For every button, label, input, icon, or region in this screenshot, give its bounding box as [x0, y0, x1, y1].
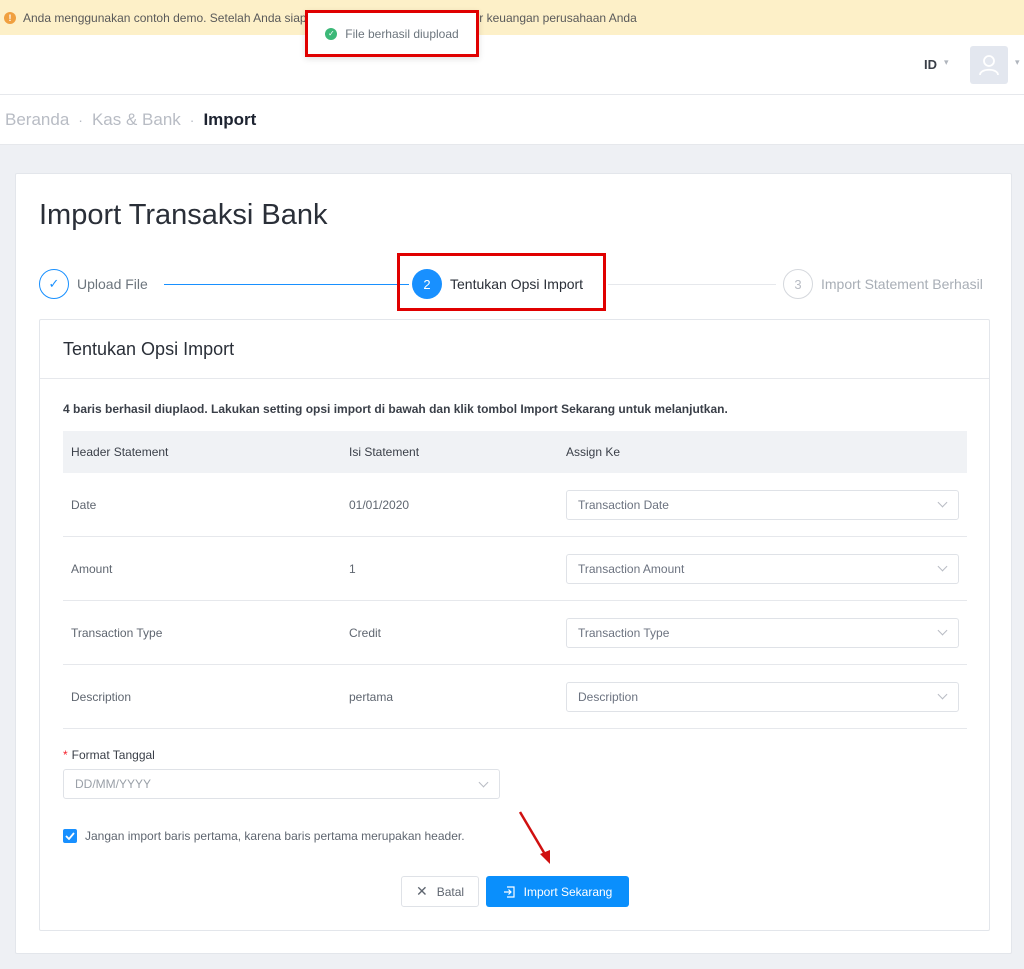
chevron-down-icon: [937, 625, 948, 636]
date-format-placeholder: DD/MM/YYYY: [75, 777, 152, 791]
breadcrumb-separator: ·: [78, 111, 83, 128]
caret-down-icon[interactable]: ▾: [944, 57, 949, 68]
assign-select[interactable]: Transaction Date: [566, 489, 959, 520]
assign-select-value: Transaction Type: [578, 625, 670, 640]
check-icon: ✓: [39, 269, 69, 299]
table-row: Description pertama Description: [63, 665, 967, 729]
header-cell: Transaction Type: [71, 625, 163, 640]
language-selector[interactable]: ID: [924, 57, 937, 72]
cancel-button[interactable]: ✕ Batal: [401, 876, 479, 907]
value-cell: 1: [349, 561, 356, 576]
step-label: Import Statement Berhasil: [821, 276, 983, 292]
chevron-down-icon: [937, 497, 948, 508]
user-avatar[interactable]: [970, 46, 1008, 84]
table-row: Amount 1 Transaction Amount: [63, 537, 967, 601]
success-toast: ✓ File berhasil diupload: [305, 10, 479, 57]
breadcrumb: Beranda · Kas & Bank · Import: [0, 95, 1024, 145]
chevron-down-icon: [478, 777, 489, 787]
step-label: Upload File: [77, 276, 148, 292]
import-icon: [503, 885, 515, 898]
top-bar: ID ▾ ▾: [0, 35, 1024, 95]
header-cell: Date: [71, 497, 97, 512]
step-import-berhasil: 3 Import Statement Berhasil: [783, 269, 983, 299]
breadcrumb-item-beranda[interactable]: Beranda: [5, 110, 69, 130]
format-label-text: Format Tanggal: [71, 748, 155, 762]
import-now-button[interactable]: Import Sekarang: [486, 876, 629, 907]
skip-header-checkbox[interactable]: Jangan import baris pertama, karena bari…: [63, 829, 465, 843]
close-icon: ✕: [415, 883, 428, 899]
breadcrumb-separator: ·: [189, 111, 195, 128]
breadcrumb-item-kas-bank[interactable]: Kas & Bank: [92, 110, 181, 130]
header-cell: Amount: [71, 561, 113, 576]
date-format-select[interactable]: DD/MM/YYYY: [63, 769, 500, 799]
value-cell: pertama: [349, 689, 394, 704]
mapping-table: Header Statement Isi Statement Assign Ke…: [63, 431, 967, 729]
breadcrumb-item-import: Import: [203, 109, 257, 129]
step-connector-pending: [608, 284, 776, 285]
caret-down-icon[interactable]: ▾: [1015, 57, 1020, 68]
assign-select-value: Transaction Amount: [578, 561, 685, 576]
value-cell: 01/01/2020: [349, 497, 410, 512]
options-heading: Tentukan Opsi Import: [40, 320, 989, 379]
demo-banner: ! Anda menggunakan contoh demo. Setelah …: [0, 0, 1024, 35]
skip-header-label: Jangan import baris pertama, karena bari…: [85, 829, 465, 843]
table-header: Header Statement Isi Statement Assign Ke: [63, 431, 967, 473]
annotation-arrow-icon: [518, 811, 550, 864]
column-header: Isi Statement: [349, 445, 420, 459]
assign-select[interactable]: Description: [566, 681, 959, 712]
annotation-highlight-box: [397, 253, 606, 311]
column-header: Header Statement: [71, 445, 169, 459]
warning-icon: !: [4, 11, 16, 24]
assign-select-value: Description: [578, 689, 639, 704]
step-upload-file: ✓ Upload File: [39, 269, 148, 299]
step-number: 3: [783, 269, 813, 299]
check-circle-icon: ✓: [325, 27, 338, 40]
import-label: Import Sekarang: [523, 884, 613, 899]
required-marker: *: [63, 748, 68, 762]
checkbox-checked-icon[interactable]: [63, 829, 77, 843]
page-title: Import Transaksi Bank: [39, 199, 328, 231]
assign-select[interactable]: Transaction Type: [566, 617, 959, 648]
value-cell: Credit: [349, 625, 382, 640]
step-connector-complete: [164, 284, 409, 285]
table-row: Transaction Type Credit Transaction Type: [63, 601, 967, 665]
upload-info-text: 4 baris berhasil diuplaod. Lakukan setti…: [63, 402, 728, 416]
header-cell: Description: [71, 689, 132, 704]
assign-select[interactable]: Transaction Amount: [566, 553, 959, 584]
user-icon: [979, 55, 999, 76]
column-header: Assign Ke: [566, 445, 621, 459]
toast-message: File berhasil diupload: [345, 26, 459, 41]
chevron-down-icon: [937, 561, 948, 572]
chevron-down-icon: [937, 689, 948, 700]
cancel-label: Batal: [436, 884, 465, 899]
table-row: Date 01/01/2020 Transaction Date: [63, 473, 967, 537]
assign-select-value: Transaction Date: [578, 497, 669, 512]
format-tanggal-label: * Format Tanggal: [63, 748, 155, 762]
